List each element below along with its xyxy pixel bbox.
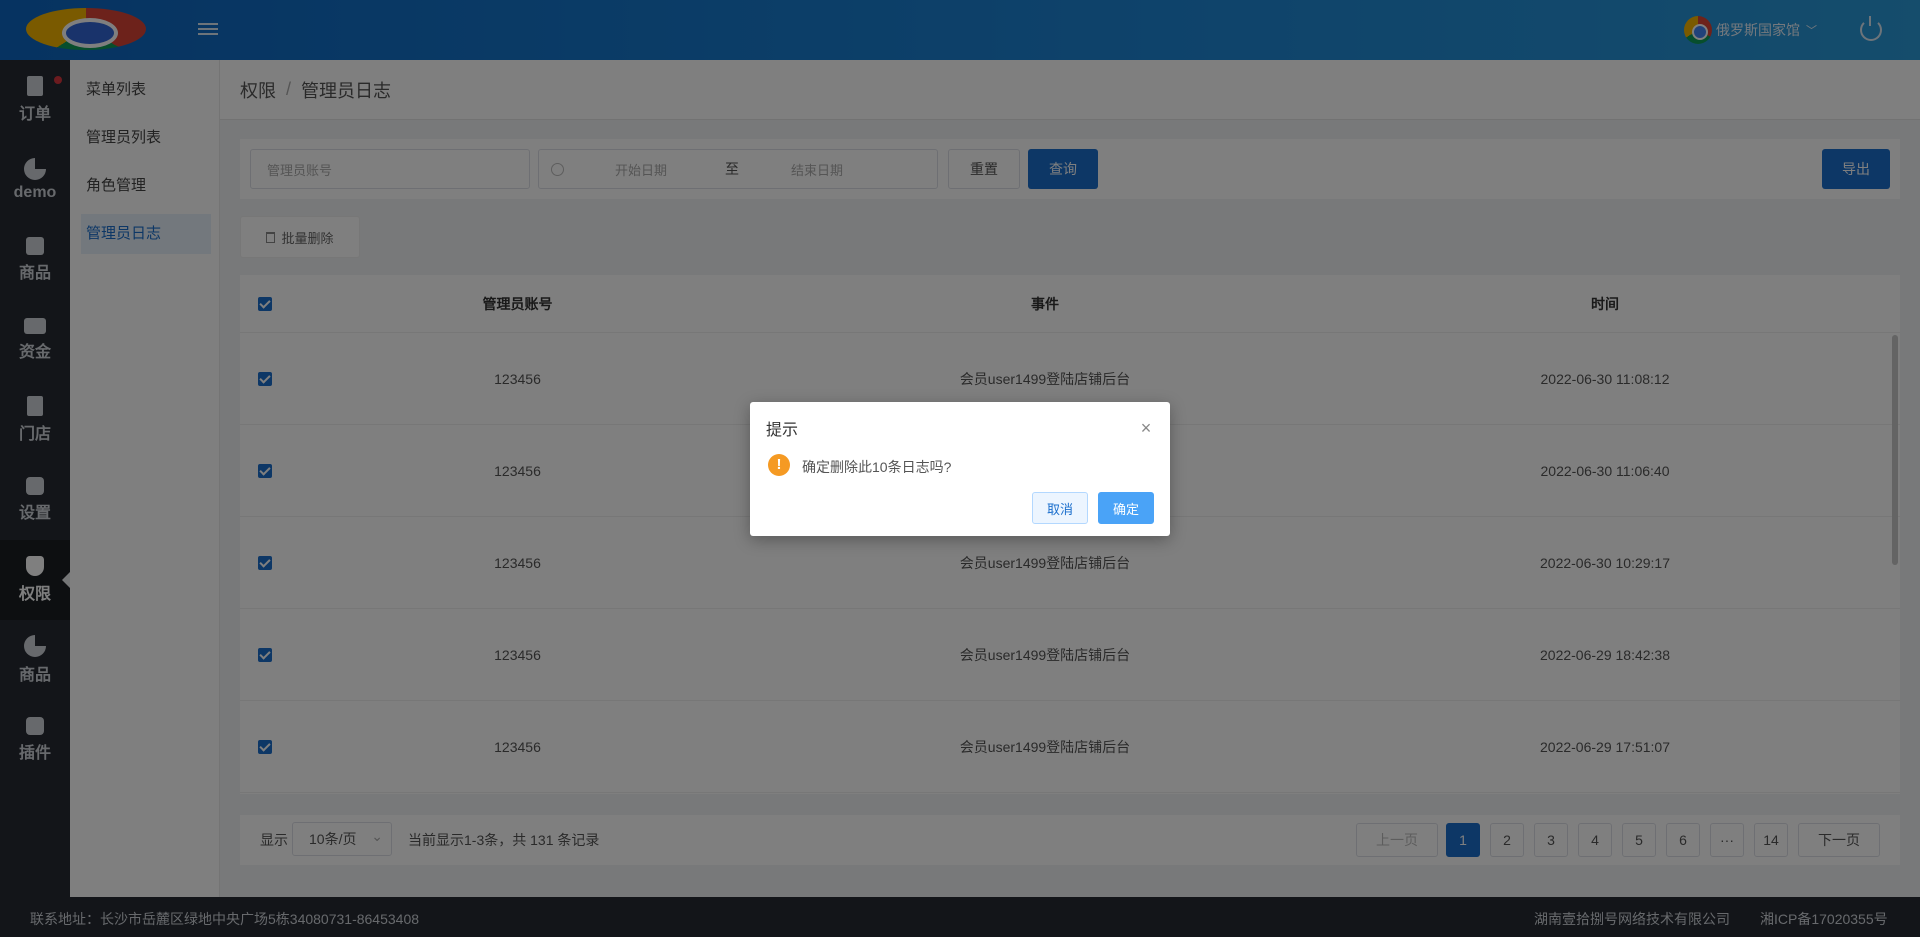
warning-icon: ! xyxy=(768,454,790,476)
cancel-button[interactable]: 取消 xyxy=(1032,492,1088,524)
confirm-button[interactable]: 确定 xyxy=(1098,492,1154,524)
close-icon[interactable]: × xyxy=(1138,419,1154,437)
confirm-dialog: 提示 × ! 确定删除此10条日志吗? 取消 确定 xyxy=(750,402,1170,536)
dialog-message: 确定删除此10条日志吗? xyxy=(802,459,952,475)
dialog-title: 提示 xyxy=(766,422,799,439)
